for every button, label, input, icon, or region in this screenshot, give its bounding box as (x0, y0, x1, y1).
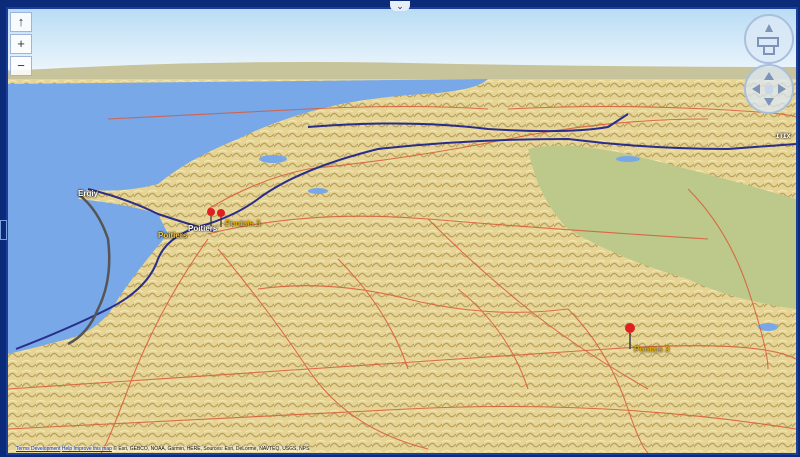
map-window-frame: ⌄ ɪᴛɪx Ergiy Poitiers Poitiers Pontais 3… (0, 0, 800, 457)
map-label-top-right: ɪᴛɪx (776, 131, 791, 140)
compass-north-button[interactable]: ↑ (10, 12, 32, 32)
rotate-icon (757, 24, 779, 55)
rotate-control[interactable] (744, 14, 794, 64)
chevron-down-icon: ⌄ (396, 0, 404, 11)
map-label-city-small: Poitiers (158, 231, 188, 240)
small-lake (259, 155, 287, 163)
zoom-out-button[interactable]: − (10, 56, 32, 76)
map-attribution: Terms Development Help Improve this map … (16, 446, 310, 452)
pin-label: Pontais 3 (225, 219, 261, 228)
attribution-text: © Esri, GEBCO, NOAA, Garmin, HERE, Sourc… (113, 446, 310, 452)
zoom-in-button[interactable]: + (10, 34, 32, 54)
sky (8, 9, 796, 69)
pan-control[interactable] (744, 64, 794, 114)
map-pin-icon[interactable] (206, 208, 216, 226)
attribution-link-improve[interactable]: Help Improve this map (62, 446, 112, 452)
map-viewport[interactable]: ɪᴛɪx Ergiy Poitiers Poitiers Pontais 3 P… (6, 7, 798, 455)
collapse-top-button[interactable]: ⌄ (390, 1, 410, 11)
side-panel-handle[interactable] (0, 220, 7, 240)
pan-arrows-icon (752, 72, 786, 106)
pin-label: Pontais 3 (634, 345, 670, 354)
zoom-controls: ↑ + − (10, 12, 32, 78)
small-lake (616, 156, 640, 162)
terrain-map[interactable] (8, 9, 796, 453)
map-label-left-town: Ergiy (78, 189, 99, 198)
attribution-link-terms[interactable]: Terms Development (16, 446, 60, 452)
small-lake (308, 188, 328, 194)
